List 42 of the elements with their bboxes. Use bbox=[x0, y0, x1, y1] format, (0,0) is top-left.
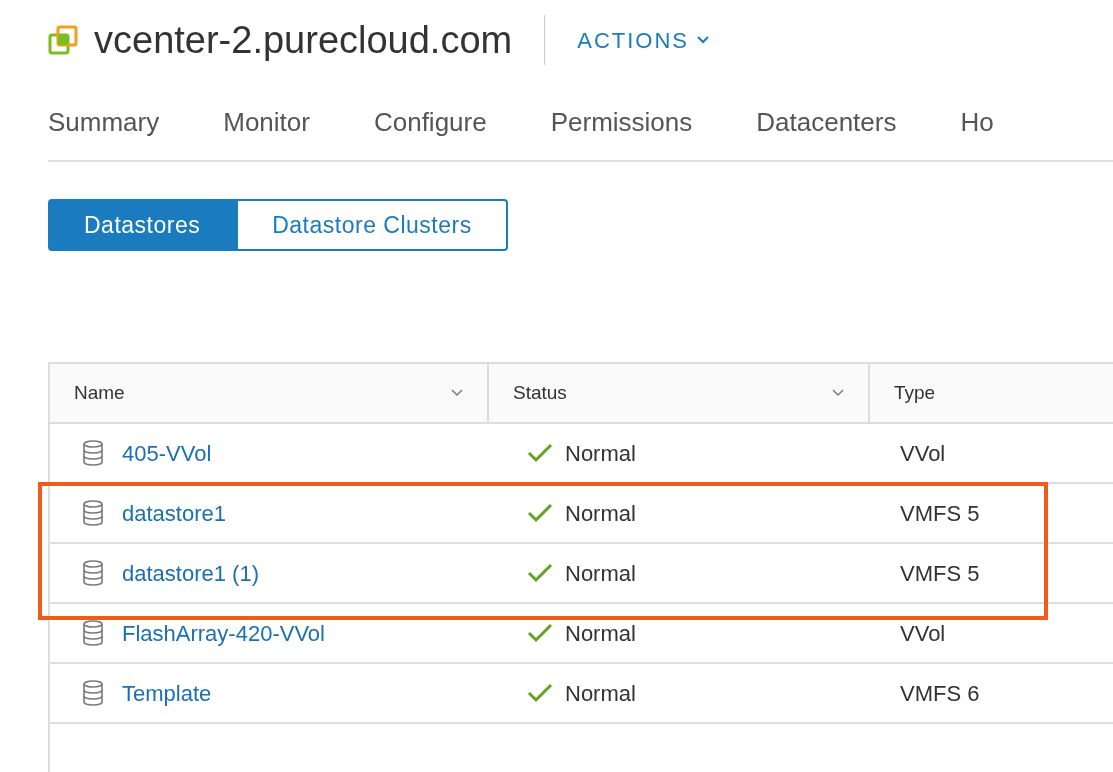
type-text: VMFS 5 bbox=[900, 499, 980, 528]
check-icon bbox=[527, 503, 553, 523]
nav-tab[interactable]: Datacenters bbox=[756, 82, 897, 160]
chevron-down-icon[interactable] bbox=[832, 389, 844, 397]
status-text: Normal bbox=[565, 499, 636, 528]
database-icon bbox=[82, 500, 104, 526]
nav-tab[interactable]: Summary bbox=[48, 82, 160, 160]
database-icon bbox=[82, 440, 104, 466]
nav-tab[interactable]: Permissions bbox=[550, 82, 693, 160]
logo-icon bbox=[48, 25, 78, 55]
chevron-down-icon bbox=[697, 36, 709, 44]
check-icon bbox=[527, 563, 553, 583]
check-icon bbox=[527, 683, 553, 703]
segment-button[interactable]: Datastore Clusters bbox=[236, 199, 508, 251]
database-icon bbox=[82, 680, 104, 706]
datastore-link[interactable]: datastore1 bbox=[122, 496, 226, 530]
status-text: Normal bbox=[565, 619, 636, 648]
datastore-link[interactable]: datastore1 (1) bbox=[122, 556, 259, 590]
actions-menu[interactable]: ACTIONS bbox=[577, 23, 709, 57]
column-header[interactable]: Status bbox=[489, 364, 870, 422]
type-text: VMFS 6 bbox=[900, 679, 980, 708]
page-title: vcenter-2.purecloud.com bbox=[94, 21, 513, 59]
status-text: Normal bbox=[565, 679, 636, 708]
datastore-link[interactable]: 405-VVol bbox=[122, 436, 212, 470]
check-icon bbox=[527, 623, 553, 643]
datastore-link[interactable]: Template bbox=[122, 676, 212, 710]
check-icon bbox=[527, 443, 553, 463]
database-icon bbox=[82, 560, 104, 586]
status-text: Normal bbox=[565, 559, 636, 588]
nav-tab[interactable]: Configure bbox=[373, 82, 487, 160]
type-text: VVol bbox=[900, 619, 946, 648]
type-text: VVol bbox=[900, 439, 946, 468]
column-header[interactable]: Name bbox=[50, 364, 489, 422]
nav-tab[interactable]: Ho bbox=[960, 82, 994, 160]
status-text: Normal bbox=[565, 439, 636, 468]
type-text: VMFS 5 bbox=[900, 559, 980, 588]
column-header[interactable]: Type bbox=[870, 364, 1113, 422]
nav-tab[interactable]: Monitor bbox=[223, 82, 310, 160]
database-icon bbox=[82, 620, 104, 646]
chevron-down-icon[interactable] bbox=[451, 389, 463, 397]
datastore-link[interactable]: FlashArray-420-VVol bbox=[122, 616, 325, 650]
segment-button[interactable]: Datastores bbox=[48, 199, 237, 251]
